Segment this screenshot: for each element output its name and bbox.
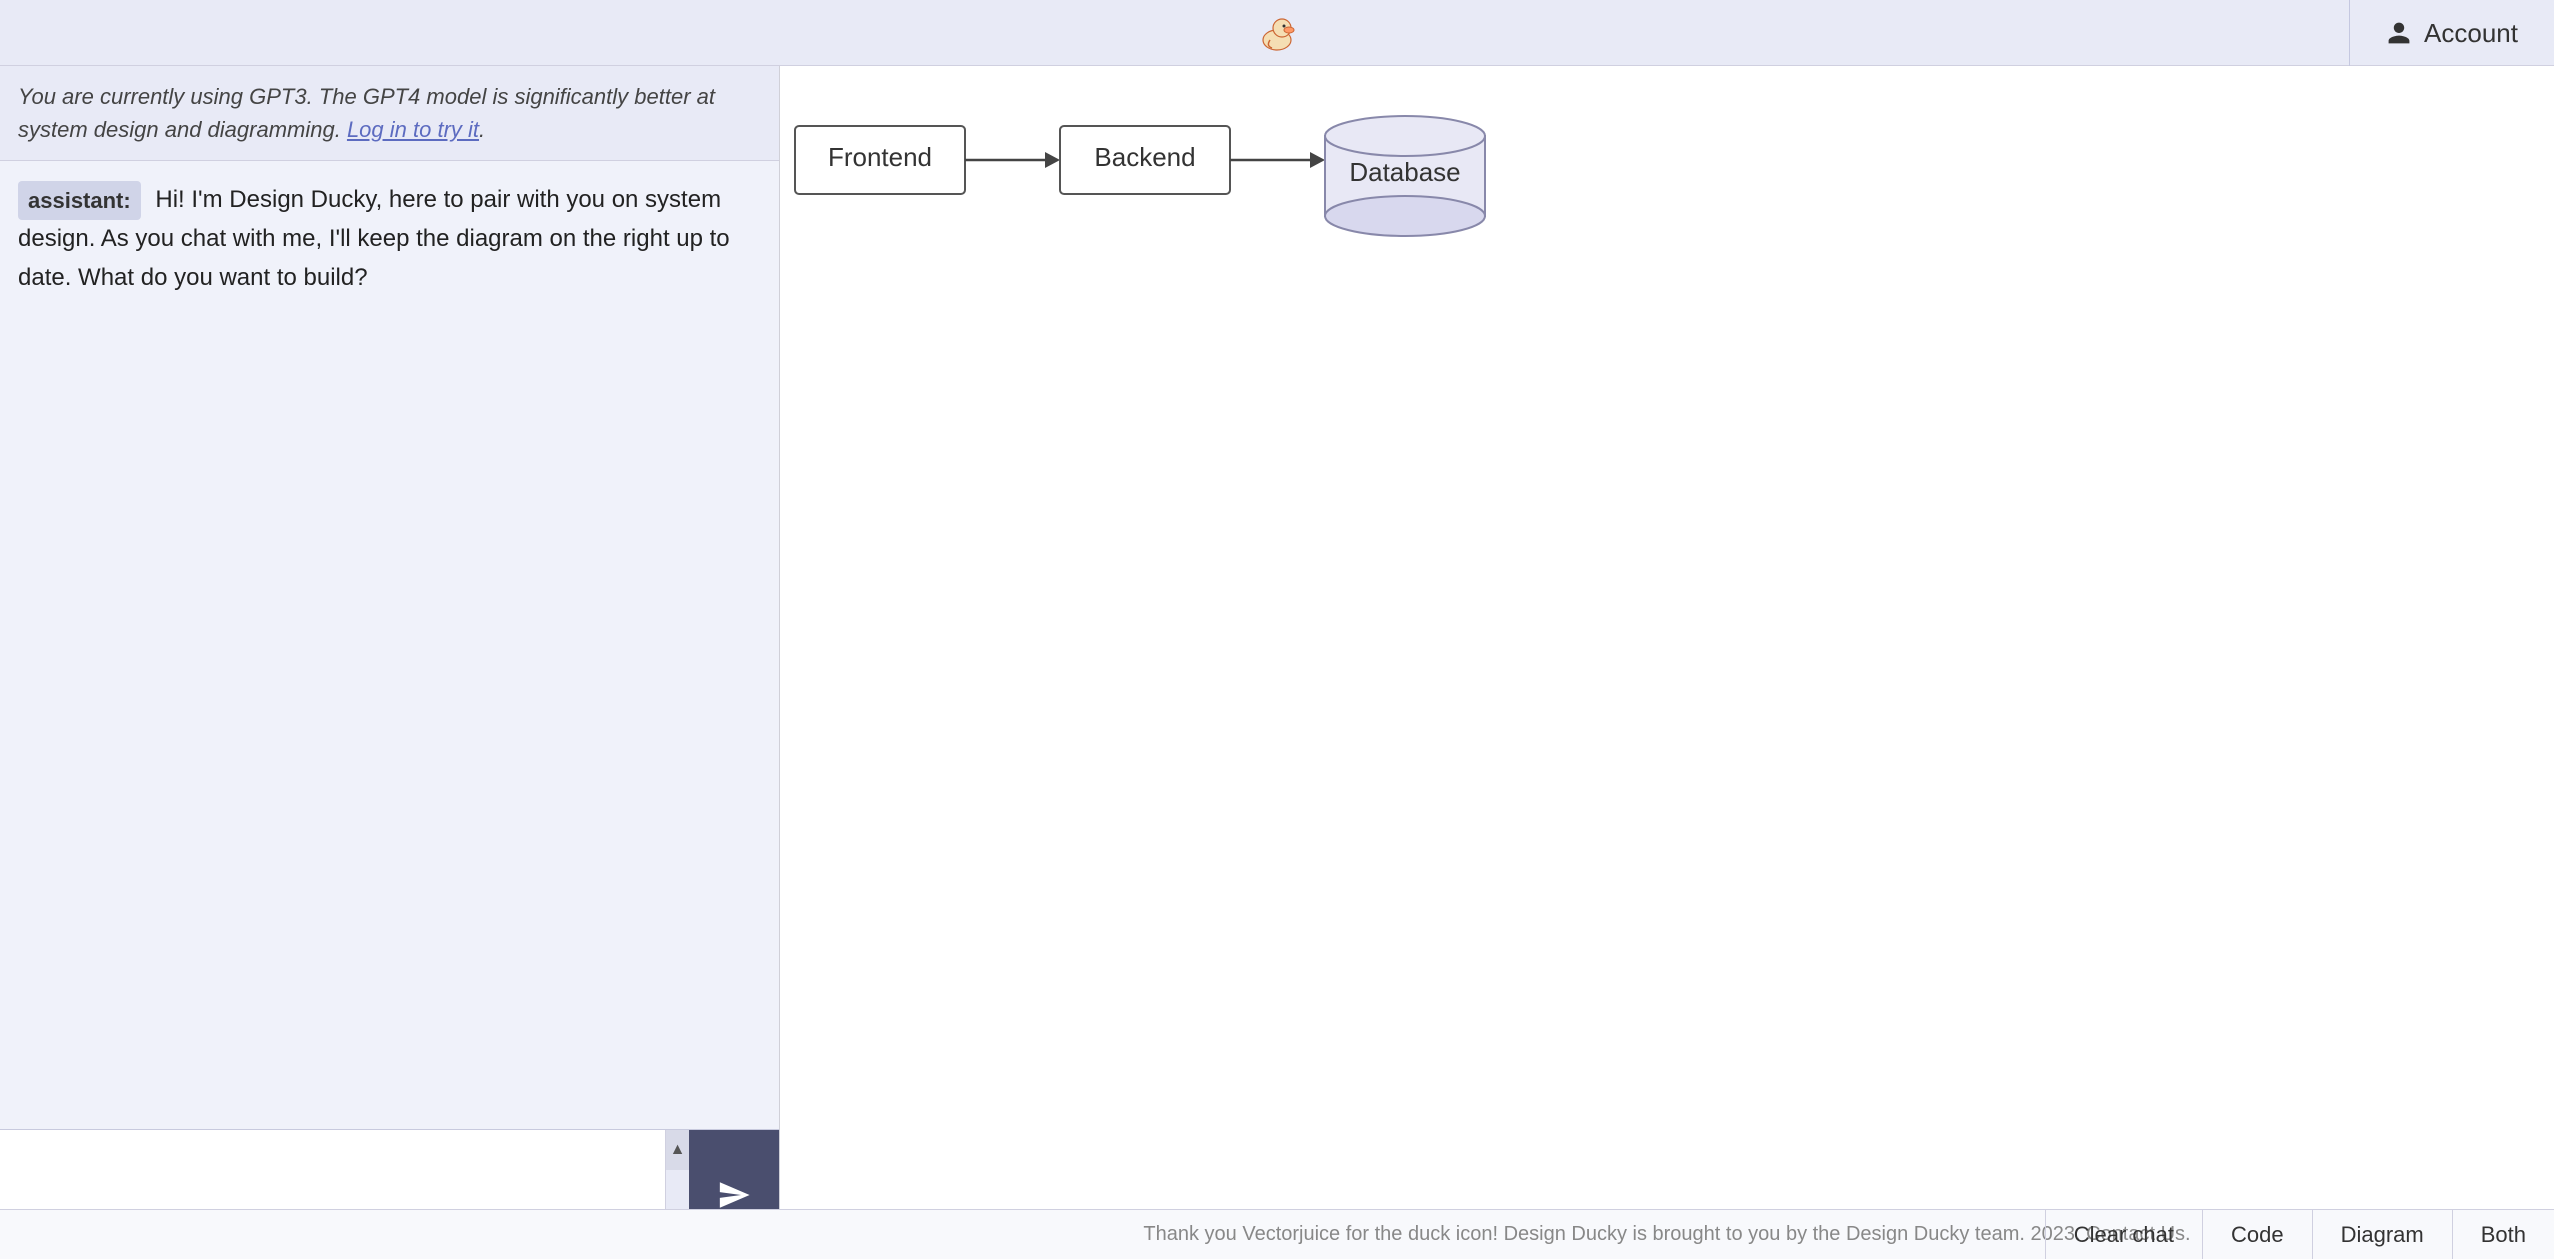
backend-label: Backend [1094, 142, 1195, 172]
diagram-panel: Frontend Backend Database [780, 66, 2554, 1259]
account-button[interactable]: Account [2349, 0, 2554, 66]
arrowhead-2 [1310, 152, 1325, 168]
footer-buttons: Clear chat Code Diagram Both [2045, 1210, 2554, 1259]
account-label: Account [2424, 18, 2518, 49]
gpt-banner: You are currently using GPT3. The GPT4 m… [0, 66, 779, 161]
chat-panel: You are currently using GPT3. The GPT4 m… [0, 66, 780, 1259]
database-top [1325, 116, 1485, 156]
database-bottom [1325, 196, 1485, 236]
duck-icon [1252, 8, 1302, 58]
send-icon [717, 1178, 751, 1212]
chat-messages: assistant: Hi! I'm Design Ducky, here to… [0, 161, 779, 1129]
both-button[interactable]: Both [2452, 1210, 2554, 1259]
login-link[interactable]: Log in to try it [347, 117, 479, 142]
arrowhead-1 [1045, 152, 1060, 168]
main-content: You are currently using GPT3. The GPT4 m… [0, 66, 2554, 1259]
database-label: Database [1349, 157, 1460, 187]
footer: Thank you Vectorjuice for the duck icon!… [0, 1209, 2554, 1259]
sender-label: assistant: [18, 181, 141, 220]
diagram-canvas: Frontend Backend Database [780, 66, 2554, 1259]
diagram-button[interactable]: Diagram [2312, 1210, 2452, 1259]
scroll-up-arrow[interactable]: ▲ [666, 1130, 690, 1170]
frontend-label: Frontend [828, 142, 932, 172]
logo-area [1252, 8, 1302, 58]
diagram-svg: Frontend Backend Database [780, 66, 2554, 1259]
message-1: assistant: Hi! I'm Design Ducky, here to… [18, 181, 761, 297]
account-icon [2386, 20, 2412, 46]
clear-chat-button[interactable]: Clear chat [2045, 1210, 2202, 1259]
app-header: Account [0, 0, 2554, 66]
banner-text-after: . [479, 117, 485, 142]
code-button[interactable]: Code [2202, 1210, 2312, 1259]
